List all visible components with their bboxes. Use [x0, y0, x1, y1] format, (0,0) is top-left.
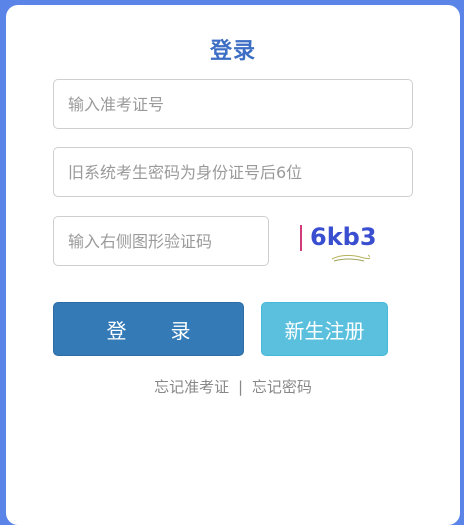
captcha-image[interactable]: 6kb3 [294, 219, 384, 263]
forgot-links: 忘记准考证 | 忘记密码 [6, 376, 460, 397]
register-button[interactable]: 新生注册 [261, 302, 388, 356]
login-button-char-2: 录 [170, 318, 191, 343]
forgot-password-link[interactable]: 忘记密码 [252, 378, 312, 396]
login-button[interactable]: 登 录 [53, 302, 244, 356]
captcha-noise-bar [300, 225, 302, 251]
forgot-ticket-link[interactable]: 忘记准考证 [154, 378, 229, 396]
login-button-char-1: 登 [106, 318, 127, 343]
captcha-text: 6kb3 [310, 223, 377, 251]
captcha-noise-lines [331, 254, 370, 262]
login-panel: 登录 6kb3 登 录 新生注册 忘记准考证 | 忘记密码 [6, 5, 460, 525]
ticket-number-input[interactable] [53, 79, 413, 129]
page-title: 登录 [209, 39, 256, 64]
link-separator: | [237, 378, 244, 396]
password-input[interactable] [53, 147, 413, 197]
captcha-input[interactable] [53, 216, 269, 266]
